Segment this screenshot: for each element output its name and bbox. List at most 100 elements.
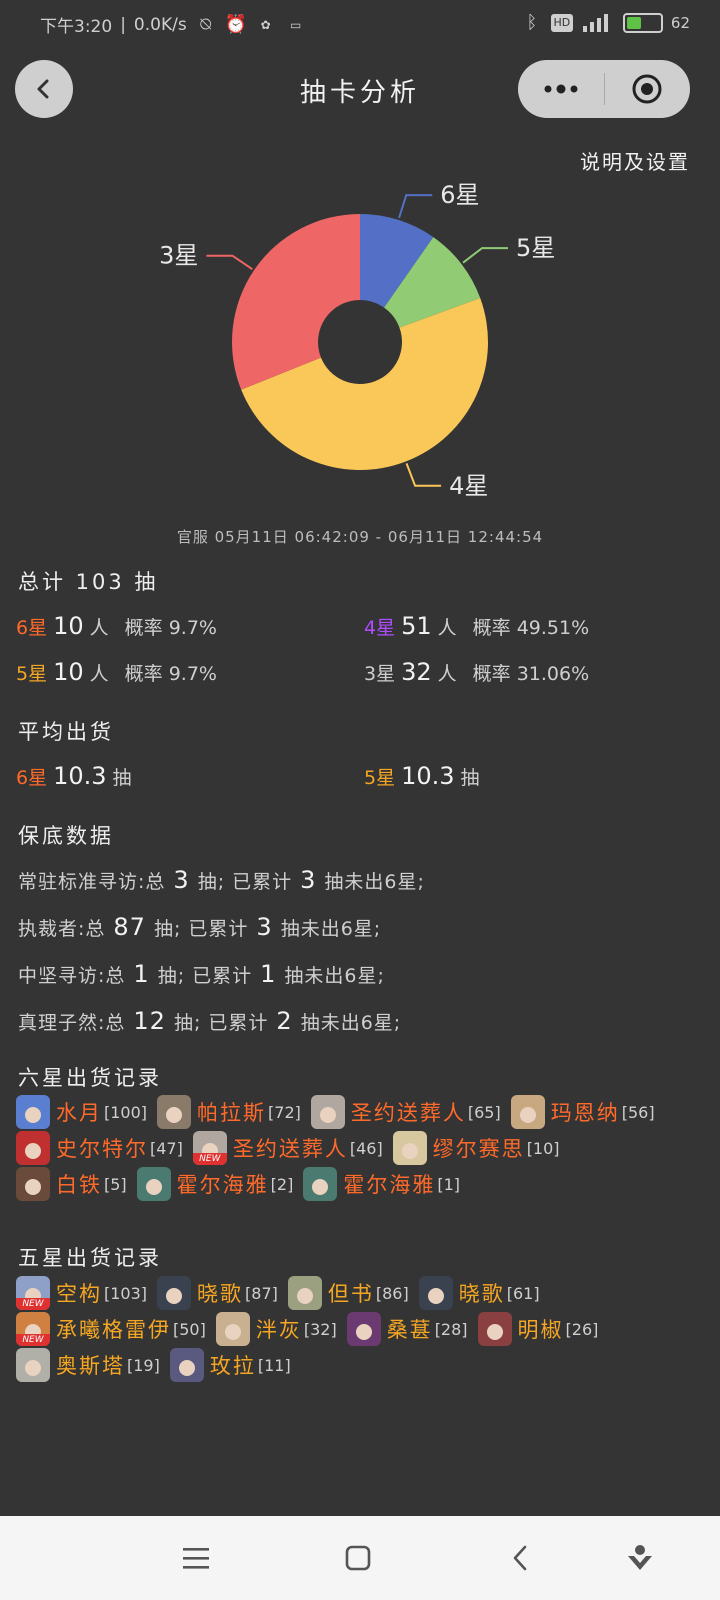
status-time: 下午3:20 [40,17,113,37]
miniprogram-capsule [518,60,690,118]
donut-slice[interactable] [231,214,360,390]
operator-name: 白铁 [56,1173,102,1197]
record-item[interactable]: 玫拉 [11] [169,1348,291,1382]
operator-avatar [157,1095,192,1129]
pull-count: [28] [434,1319,468,1339]
total-pulls-title: 总计 103 抽 [18,570,159,594]
operator-avatar [510,1095,545,1129]
close-miniprogram-button[interactable] [605,60,691,118]
battery-icon [622,13,663,33]
operator-name: 霍尔海雅 [176,1173,269,1197]
pull-count: [1] [437,1174,461,1194]
star-label: 4星 [364,617,396,639]
operator-avatar [16,1167,50,1201]
battery-percent: 62 [670,14,690,32]
pull-count: [5] [104,1174,127,1194]
record-item[interactable]: 圣约送葬人 [65] [310,1095,501,1129]
hd-icon: HD [550,14,573,32]
bluetooth-icon: ᛒ [526,12,538,33]
operator-name: 史尔特尔 [56,1137,148,1161]
operator-avatar [418,1276,453,1310]
operator-name: 圣约送葬人 [350,1101,466,1125]
average-title: 平均出货 [18,720,114,744]
record-item[interactable]: 白铁 [5] [16,1167,127,1201]
record-item[interactable]: 晓歌 [61] [418,1276,540,1310]
record-item[interactable]: 史尔特尔 [47] [16,1131,183,1165]
record-item[interactable]: 缪尔赛思 [10] [392,1131,560,1165]
record-item[interactable]: 玛恩纳 [56] [510,1095,655,1129]
record-item[interactable]: NEW 空构 [103] [16,1276,147,1310]
operator-avatar [215,1312,250,1346]
pull-count: [50] [173,1319,206,1339]
star-rate: 概率 49.51% [472,617,590,639]
record-item[interactable]: 奥斯塔 [19] [16,1348,160,1382]
pull-count: [47] [150,1138,183,1158]
home-button[interactable] [338,1538,378,1578]
five-star-records-title: 五星出货记录 [18,1246,162,1270]
record-item[interactable]: 水月 [100] [16,1095,147,1129]
operator-avatar [346,1312,381,1346]
app-icon: ✿ [260,17,271,32]
label-leader-line [462,247,509,264]
record-item[interactable]: NEW 圣约送葬人 [46] [192,1131,383,1165]
operator-name: 奥斯塔 [56,1354,125,1378]
record-item[interactable]: 但书 [86] [287,1276,409,1310]
chat-icon: ▭ [290,17,302,32]
operator-name: 帕拉斯 [197,1101,267,1125]
alarm-icon: ⏰ [224,13,248,35]
record-line: 白铁 [5] 霍尔海雅 [2] 霍尔海雅 [1] [16,1167,470,1201]
record-item[interactable]: 霍尔海雅 [2] [136,1167,293,1201]
assistant-button[interactable] [620,1538,660,1578]
star-count: 10 [53,658,84,686]
operator-name: 明椒 [517,1318,564,1342]
star-count: 32 [401,658,432,686]
mute-icon: ⍉ [200,13,212,35]
pity-row: 真理子然:总 12 抽; 已累计 2 抽未出6星; [18,1007,402,1035]
record-item[interactable]: 晓歌 [87] [157,1276,278,1310]
pull-count: [100] [104,1102,148,1122]
pity-row: 中坚寻访:总 1 抽; 已累计 1 抽未出6星; [18,960,385,988]
assistant-icon [628,1545,652,1570]
record-item[interactable]: NEW 承曦格雷伊 [50] [16,1312,206,1346]
star-rate: 概率 9.7% [124,617,217,639]
star-rate: 概率 31.06% [472,663,590,685]
pull-distribution-chart: 6星 5星 4星 3星 [0,170,720,520]
record-line: 史尔特尔 [47] NEW 圣约送葬人 [46] 缪尔赛思 [10] [16,1131,570,1165]
pull-count: [26] [565,1319,599,1339]
operator-name: 空构 [56,1282,102,1306]
stat-3star: 3星 32 人概率 31.06% [364,658,590,686]
slice-label: 4星 [449,472,488,500]
stat-6star: 6星 10 人概率 9.7% [16,612,217,640]
nav-bar: 抽卡分析 [0,60,720,120]
six-star-records-title: 六星出货记录 [18,1066,162,1090]
pull-count: [46] [349,1138,383,1158]
pity-row: 常驻标准寻访:总 3 抽; 已累计 3 抽未出6星; [18,866,425,894]
operator-avatar: NEW [192,1131,227,1165]
pull-count: [10] [526,1138,560,1158]
pull-count: [61] [506,1283,540,1303]
menu-button[interactable] [176,1538,216,1578]
record-item[interactable]: 帕拉斯 [72] [157,1095,301,1129]
operator-name: 水月 [56,1101,102,1125]
record-item[interactable]: 桑葚 [28] [346,1312,468,1346]
operator-avatar [477,1312,512,1346]
record-item[interactable]: 明椒 [26] [477,1312,599,1346]
record-line: NEW 空构 [103] 晓歌 [87] 但书 [86] 晓歌 [61] [16,1276,550,1310]
stat-5star: 5星 10 人概率 9.7% [16,658,217,686]
more-button[interactable] [518,60,604,118]
record-item[interactable]: 泮灰 [32] [215,1312,337,1346]
record-line: 水月 [100] 帕拉斯 [72] 圣约送葬人 [65] 玛恩纳 [56] [16,1095,665,1129]
donut-chart-svg: 6星 5星 4星 3星 [159,181,555,500]
slice-label: 5星 [516,234,555,262]
pull-count: [32] [303,1319,337,1339]
home-square-icon [345,1545,371,1571]
average-6star: 6星 10.3 抽 [16,762,132,790]
operator-name: 圣约送葬人 [232,1137,348,1161]
record-item[interactable]: 霍尔海雅 [1] [303,1167,460,1201]
new-badge: NEW [16,1298,50,1310]
back-nav-button[interactable] [500,1538,540,1578]
operator-name: 玛恩纳 [550,1101,620,1125]
star-rate: 概率 9.7% [124,663,217,685]
pull-count: [72] [268,1102,301,1122]
operator-name: 但书 [327,1282,374,1306]
